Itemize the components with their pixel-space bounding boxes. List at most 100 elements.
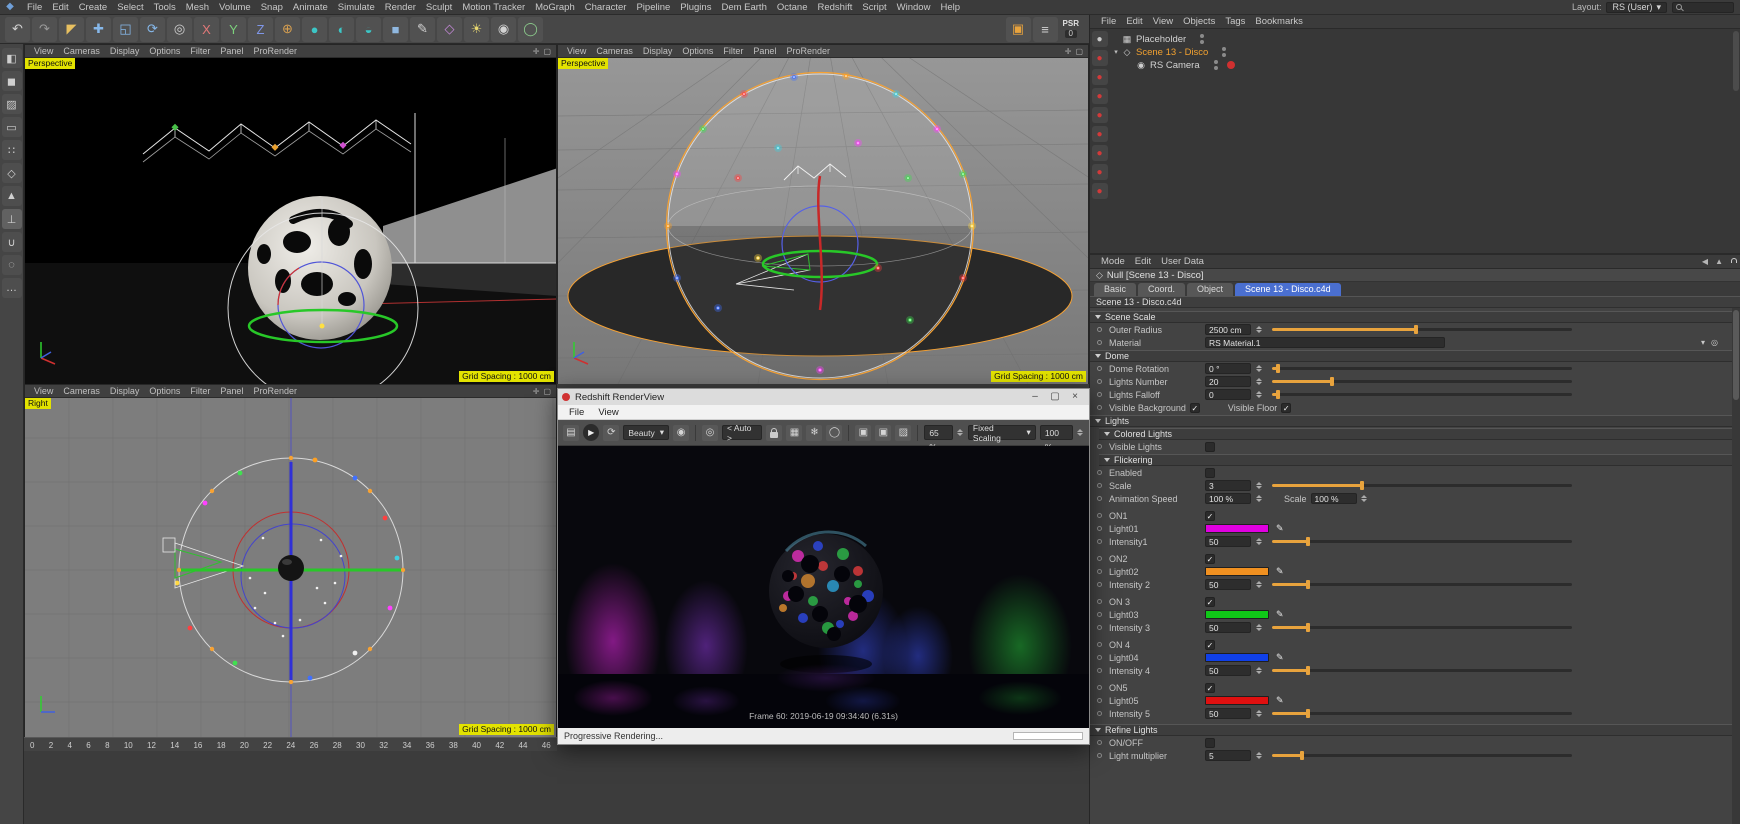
keyframe-dot[interactable] [1097, 379, 1102, 384]
section-dome[interactable]: Dome [1090, 350, 1732, 362]
convert-tool-icon[interactable]: ◧ [2, 48, 22, 68]
search-input[interactable] [1685, 3, 1729, 12]
keyframe-dot[interactable] [1097, 698, 1102, 703]
dome-rotation-stepper[interactable] [1255, 363, 1262, 374]
app-menu-item[interactable]: Motion Tracker [457, 0, 530, 15]
timeline-ruler[interactable]: 0246810121416182022242628303234363840424… [24, 737, 557, 751]
visibility-dots[interactable] [1200, 34, 1205, 45]
attribute-scrollbar[interactable] [1732, 308, 1740, 824]
rs-sun-light-icon[interactable]: ● [1092, 126, 1108, 142]
light-intensity-slider[interactable] [1272, 712, 1572, 715]
viewport-menu-item[interactable]: Filter [718, 45, 748, 58]
workplane-snap-icon[interactable]: ◌ [2, 255, 22, 275]
visibility-dots[interactable] [1222, 47, 1227, 58]
keyframe-dot[interactable] [1097, 556, 1102, 561]
lock-icon[interactable] [766, 425, 782, 441]
attribute-menu-item[interactable]: User Data [1156, 255, 1209, 269]
texture-mode-icon[interactable]: ▨ [2, 94, 22, 114]
light-color-swatch[interactable] [1205, 524, 1269, 533]
rs-environment-icon[interactable]: ● [1092, 145, 1108, 161]
app-menu-item[interactable]: Pipeline [631, 0, 675, 15]
move-tool-icon[interactable]: ✚ [86, 17, 111, 42]
keyframe-dot[interactable] [1097, 470, 1102, 475]
history-back-icon[interactable]: ◀ [1702, 257, 1708, 266]
app-menu-item[interactable]: Window [892, 0, 936, 15]
material-value[interactable]: RS Material.1 [1205, 337, 1445, 348]
app-menu-item[interactable]: File [22, 0, 47, 15]
scale-stepper[interactable] [1077, 427, 1084, 438]
restart-render-icon[interactable]: ⟳ [603, 425, 619, 441]
viewport-pan-icon[interactable]: ✛ [533, 385, 540, 398]
eyedropper-icon[interactable]: ✎ [1276, 695, 1284, 706]
model-mode-icon[interactable]: ◼ [2, 71, 22, 91]
lights-number-value[interactable]: 20 [1205, 376, 1251, 387]
image-compare-icon[interactable]: ▨ [895, 425, 911, 441]
attribute-menu-item[interactable]: Edit [1130, 255, 1156, 269]
keyframe-dot[interactable] [1097, 625, 1102, 630]
visible-background-checkbox[interactable]: ✓ [1190, 403, 1200, 413]
app-menu-item[interactable]: Help [935, 0, 965, 15]
light-multiplier-value[interactable]: 5 [1205, 750, 1251, 761]
viewport-right-ortho[interactable]: ViewCamerasDisplayOptionsFilterPanelProR… [24, 384, 557, 737]
outer-radius-stepper[interactable] [1255, 324, 1262, 335]
view-filter-icon[interactable]: … [2, 278, 22, 298]
viewport-menu-item[interactable]: Cameras [58, 385, 105, 398]
history-up-icon[interactable]: ▲ [1715, 257, 1723, 266]
app-menu-item[interactable]: Snap [256, 0, 288, 15]
keyframe-dot[interactable] [1097, 444, 1102, 449]
animation-speed-value[interactable]: 100 % [1205, 493, 1251, 504]
light-on-checkbox[interactable]: ✓ [1205, 597, 1215, 607]
viewport-menu-item[interactable]: Options [144, 385, 185, 398]
rs-ies-light-icon[interactable]: ● [1092, 88, 1108, 104]
object-row[interactable]: ◉ RS Camera [1111, 59, 1730, 71]
keyframe-dot[interactable] [1097, 392, 1102, 397]
keyframe-dot[interactable] [1097, 740, 1102, 745]
scaling-dropdown[interactable]: Fixed Scaling▾ [968, 425, 1036, 440]
color-circle-icon[interactable]: ◯ [826, 425, 842, 441]
viewport-menu-item[interactable]: Panel [215, 385, 248, 398]
viewport-menu-item[interactable]: Cameras [58, 45, 105, 58]
animation-speed-stepper[interactable] [1255, 493, 1262, 504]
flicker-scale-value[interactable]: 3 [1205, 480, 1251, 491]
eyedropper-icon[interactable]: ✎ [1276, 609, 1284, 620]
keyframe-dot[interactable] [1097, 612, 1102, 617]
visible-lights-checkbox[interactable] [1205, 442, 1215, 452]
viewport-maximize-icon[interactable]: ▢ [543, 385, 551, 398]
light-color-swatch[interactable] [1205, 610, 1269, 619]
add-mograph-icon[interactable]: ◇ [437, 17, 462, 42]
object-manager-scrollbar[interactable] [1733, 31, 1739, 91]
copy-b-icon[interactable]: ▣ [875, 425, 891, 441]
visibility-dots[interactable] [1214, 60, 1219, 71]
lock-y-axis-icon[interactable]: Y [221, 17, 246, 42]
viewport-menu-item[interactable]: View [29, 45, 58, 58]
render-region-icon[interactable]: ◐ [329, 17, 354, 42]
viewport-menu-item[interactable]: Filter [185, 385, 215, 398]
light-on-checkbox[interactable]: ✓ [1205, 683, 1215, 693]
app-menu-item[interactable]: Volume [214, 0, 256, 15]
freeze-icon[interactable]: ❄ [806, 425, 822, 441]
flicker-scale-stepper[interactable] [1255, 480, 1262, 491]
material-dropdown-icon[interactable]: ▾ [1701, 338, 1705, 347]
snapshot-selector[interactable]: < Auto > [722, 425, 762, 440]
minimize-button[interactable]: – [1025, 389, 1045, 405]
rs-volume-icon[interactable]: ● [1092, 183, 1108, 199]
viewport-perspective-main[interactable]: ViewCamerasDisplayOptionsFilterPanelProR… [24, 44, 557, 384]
app-menu-item[interactable]: Octane [772, 0, 813, 15]
add-camera-icon[interactable]: ◉ [491, 17, 516, 42]
light-color-swatch[interactable] [1205, 696, 1269, 705]
object-label[interactable]: Scene 13 - Disco [1136, 47, 1208, 58]
app-menu-item[interactable]: Animate [288, 0, 333, 15]
light-on-checkbox[interactable]: ✓ [1205, 511, 1215, 521]
scale-tool-icon[interactable]: ◱ [113, 17, 138, 42]
object-label[interactable]: Placeholder [1136, 34, 1186, 45]
camera-lock-icon[interactable]: ◉ [673, 425, 689, 441]
light-intensity-stepper[interactable] [1255, 536, 1262, 547]
viewport-menu-item[interactable]: Options [677, 45, 718, 58]
workplane-icon[interactable]: ▭ [2, 117, 22, 137]
object-tag-icon[interactable] [1213, 35, 1221, 43]
light-intensity-value[interactable]: 50 [1205, 622, 1251, 633]
keyframe-dot[interactable] [1097, 711, 1102, 716]
viewport-pan-icon[interactable]: ✛ [533, 45, 540, 58]
object-manager-menu-item[interactable]: View [1148, 15, 1178, 29]
viewport-menu-item[interactable]: Panel [215, 45, 248, 58]
